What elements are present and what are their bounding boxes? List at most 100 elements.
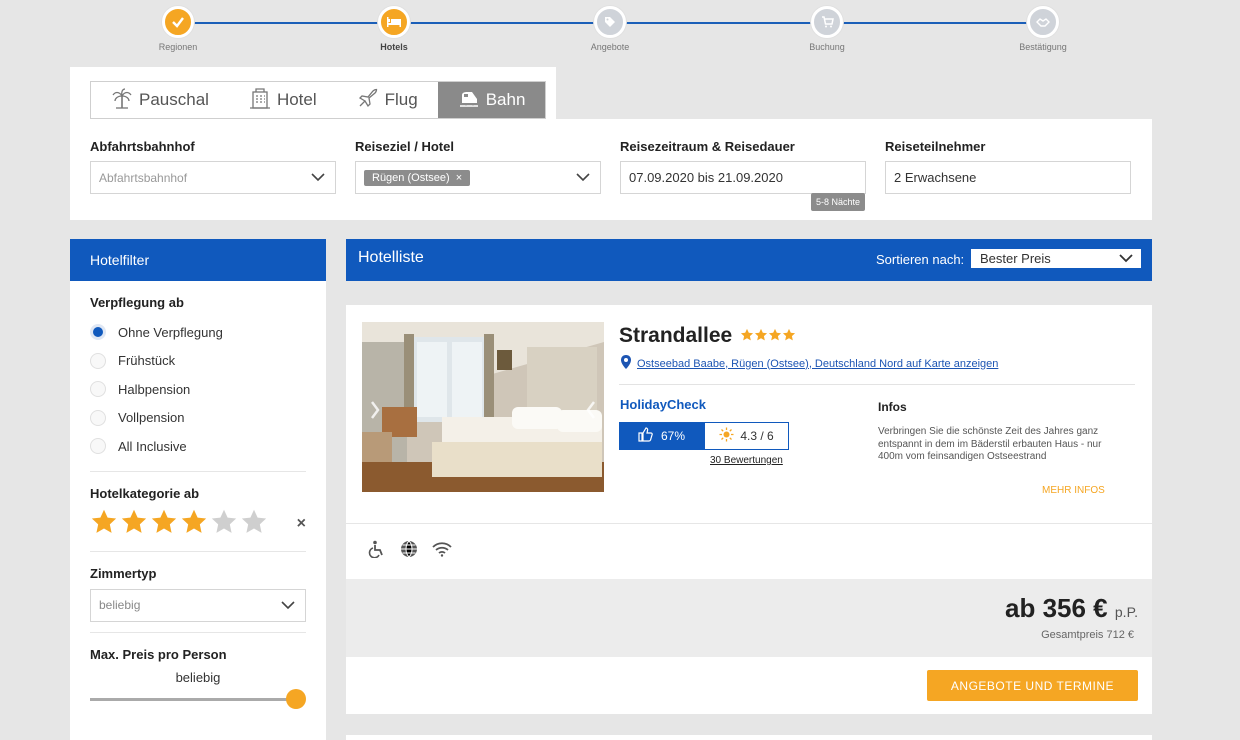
bed-icon xyxy=(378,6,410,38)
location-link[interactable]: Ostseebad Baabe, Rügen (Ostsee), Deutsch… xyxy=(637,358,998,370)
step-regionen[interactable]: Regionen xyxy=(118,6,238,52)
step-label: Bestätigung xyxy=(1019,42,1067,52)
price-unit: p.P. xyxy=(1114,604,1138,620)
hotel-filter: Hotelfilter Verpflegung ab Ohne Verpfleg… xyxy=(70,239,326,740)
score: 4.3 / 6 xyxy=(704,422,789,450)
step-hotels[interactable]: Hotels xyxy=(334,6,454,52)
tab-label: Hotel xyxy=(276,90,317,109)
sort-value: Bester Preis xyxy=(980,251,1051,266)
price-value: beliebig xyxy=(175,669,221,685)
destination-field: Reiseziel / Hotel Rügen (Ostsee) × xyxy=(355,139,601,194)
star-filled-icon[interactable] xyxy=(180,508,208,541)
travelers-field: Reiseteilnehmer 2 Erwachsene xyxy=(885,139,1131,194)
field-label: Reiseteilnehmer xyxy=(885,139,986,154)
tab-label: Bahn xyxy=(485,90,526,109)
holidaycheck-logo: HolidayCheck xyxy=(620,397,706,412)
nights-badge: 5-8 Nächte xyxy=(810,193,865,211)
train-icon xyxy=(458,87,480,114)
travelers-value: 2 Erwachsene xyxy=(894,170,977,185)
plane-icon xyxy=(357,87,379,114)
progress-steps: Regionen Hotels Angebote Buchung Bestäti… xyxy=(0,0,1240,62)
chevron-down-icon xyxy=(281,598,295,615)
step-label: Angebote xyxy=(590,42,630,52)
step-angebote: Angebote xyxy=(550,6,670,52)
sort-select[interactable]: Bester Preis xyxy=(971,249,1141,268)
tab-pauschal[interactable]: Pauschal xyxy=(91,82,229,118)
radio-icon xyxy=(90,409,106,426)
building-icon xyxy=(249,87,271,114)
score-value: 4.3 / 6 xyxy=(740,429,774,443)
field-label: Abfahrtsbahnhof xyxy=(90,139,195,154)
destination-select[interactable]: Rügen (Ostsee) × xyxy=(355,161,601,194)
star-filled-icon[interactable] xyxy=(120,508,148,541)
board-option[interactable]: All Inclusive xyxy=(90,432,306,461)
hotel-photo[interactable] xyxy=(362,322,604,492)
divider xyxy=(90,631,306,633)
star-icon xyxy=(754,324,768,348)
radio-icon xyxy=(90,438,106,455)
tab-flug[interactable]: Flug xyxy=(337,82,438,118)
hotel-star-rating xyxy=(740,324,796,348)
chip-remove-icon[interactable]: × xyxy=(456,172,462,184)
search-tabs-panel: Pauschal Hotel Flug Bahn xyxy=(70,67,556,127)
price-slider[interactable] xyxy=(90,688,306,709)
hotel-name[interactable]: Strandallee xyxy=(619,324,732,348)
recommend-value: 67% xyxy=(660,429,686,443)
board-option-label: Frühstück xyxy=(118,353,176,369)
offers-button[interactable]: ANGEBOTE UND TERMINE xyxy=(927,670,1138,701)
progress-track xyxy=(394,22,1044,24)
reviews-link[interactable]: 30 Bewertungen xyxy=(710,455,783,466)
step-buchung: Buchung xyxy=(767,6,887,52)
handshake-icon xyxy=(1027,6,1059,38)
star-icon xyxy=(782,324,796,348)
recommendation: 67% xyxy=(619,422,704,450)
slider-handle[interactable] xyxy=(286,688,306,709)
wheelchair-icon xyxy=(368,540,386,563)
clear-rating-icon[interactable]: × xyxy=(297,515,306,533)
price: ab 356 € p.P. xyxy=(1005,593,1138,624)
room-type-value: beliebig xyxy=(99,598,141,612)
room-title: Zimmertyp xyxy=(90,565,157,581)
tag-icon xyxy=(594,6,626,38)
departure-placeholder: Abfahrtsbahnhof xyxy=(99,170,188,185)
palm-icon xyxy=(111,87,133,114)
dates-input[interactable]: 07.09.2020 bis 21.09.2020 5-8 Nächte xyxy=(620,161,866,211)
destination-chip[interactable]: Rügen (Ostsee) × xyxy=(364,169,471,186)
board-option[interactable]: Vollpension xyxy=(90,404,306,433)
board-option[interactable]: Ohne Verpflegung xyxy=(90,318,306,347)
board-option-label: Halbpension xyxy=(118,381,191,397)
star-filled-icon[interactable] xyxy=(150,508,178,541)
hotel-name-row: Strandallee xyxy=(619,324,796,348)
star-filled-icon[interactable] xyxy=(90,508,118,541)
board-option-label: Ohne Verpflegung xyxy=(118,324,223,340)
travelers-input[interactable]: 2 Erwachsene xyxy=(885,161,1131,194)
divider xyxy=(619,384,1135,385)
tab-bahn[interactable]: Bahn xyxy=(437,82,546,118)
star-empty-icon[interactable] xyxy=(240,508,268,541)
radio-icon xyxy=(90,352,106,369)
amenities xyxy=(346,523,1152,579)
radio-selected-icon xyxy=(90,324,106,341)
field-label: Reisezeitraum & Reisedauer xyxy=(620,139,795,154)
board-option[interactable]: Frühstück xyxy=(90,347,306,376)
board-filter: Verpflegung ab Ohne Verpflegung Frühstüc… xyxy=(70,295,326,709)
tab-hotel[interactable]: Hotel xyxy=(229,82,337,118)
globe-icon xyxy=(400,540,418,563)
category-star-rating[interactable]: × xyxy=(90,509,306,541)
step-bestaetigung: Bestätigung xyxy=(983,6,1103,52)
more-info-link[interactable]: MEHR INFOS xyxy=(1042,485,1105,496)
departure-select[interactable]: Abfahrtsbahnhof xyxy=(90,161,336,194)
star-empty-icon[interactable] xyxy=(210,508,238,541)
board-option[interactable]: Halbpension xyxy=(90,375,306,404)
hotel-card: Strandallee Ostseebad Baabe, Rügen (Osts… xyxy=(346,305,1152,714)
star-icon xyxy=(740,324,754,348)
price-value: ab 356 € xyxy=(1005,593,1108,623)
hotel-location[interactable]: Ostseebad Baabe, Rügen (Ostsee), Deutsch… xyxy=(621,355,998,372)
infos-title: Infos xyxy=(878,400,907,414)
hotel-list-header: Hotelliste Sortieren nach: Bester Preis xyxy=(346,239,1152,281)
thumbs-up-icon xyxy=(638,427,653,445)
price-bar: ab 356 € p.P. Gesamtpreis 712 € xyxy=(346,579,1152,657)
wifi-icon xyxy=(432,541,452,562)
room-type-select[interactable]: beliebig xyxy=(90,588,306,622)
hotel-list-title: Hotelliste xyxy=(358,249,424,266)
